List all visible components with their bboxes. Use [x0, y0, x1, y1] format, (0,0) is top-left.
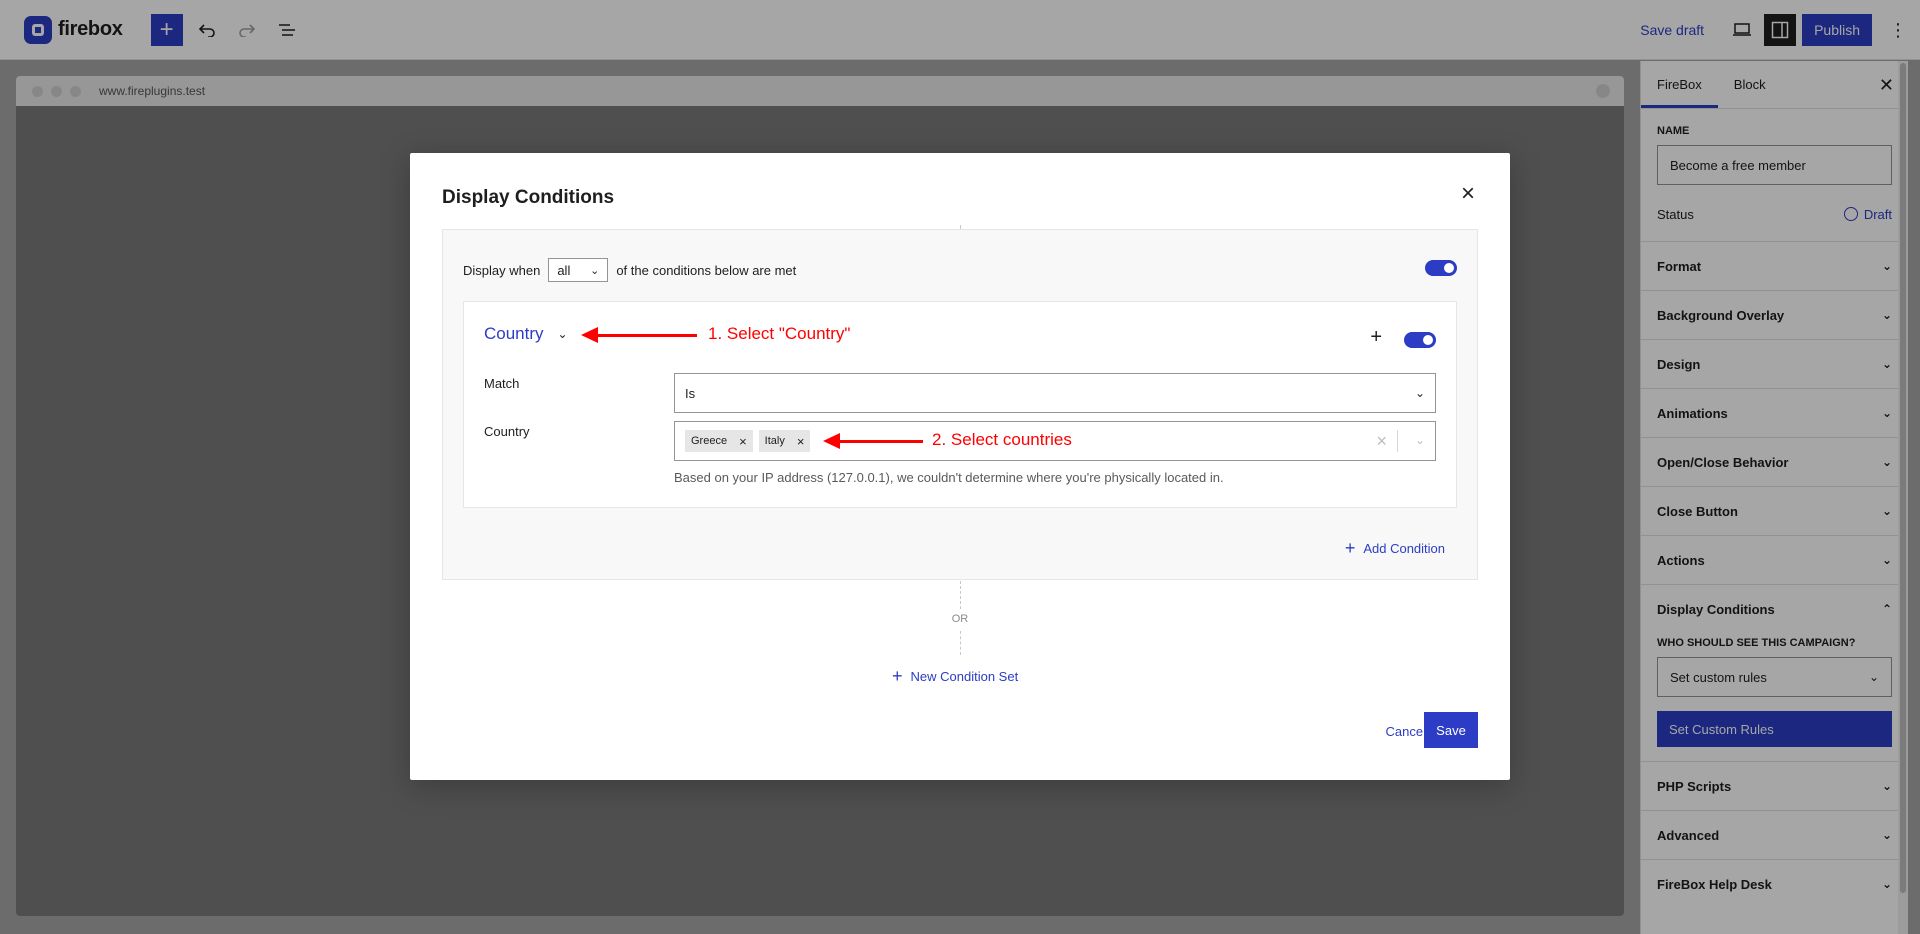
- close-icon[interactable]: ×: [1456, 182, 1480, 207]
- display-when-suffix: of the conditions below are met: [616, 262, 797, 278]
- condition-set: Display when all ⌄ of the conditions belo…: [442, 229, 1478, 580]
- field-separator: [1397, 430, 1398, 452]
- chevron-down-icon[interactable]: ⌄: [1415, 433, 1425, 447]
- connector-line: [960, 581, 961, 609]
- remove-icon[interactable]: ×: [797, 434, 805, 449]
- condition-set-toggle[interactable]: [1425, 260, 1457, 276]
- cancel-button[interactable]: Cancel: [1386, 724, 1426, 739]
- chip-label: Greece: [691, 435, 728, 447]
- annotation-arrow: [581, 327, 697, 343]
- new-condition-set-label: New Condition Set: [910, 669, 1019, 684]
- add-condition-button[interactable]: + Add Condition: [1345, 538, 1445, 559]
- match-mode-select[interactable]: all ⌄: [548, 258, 609, 282]
- condition-toggle[interactable]: [1404, 332, 1436, 348]
- location-help-text: Based on your IP address (127.0.0.1), we…: [674, 470, 1224, 485]
- display-conditions-modal: Display Conditions × Display when all ⌄ o…: [410, 153, 1510, 780]
- match-mode-value: all: [557, 262, 571, 278]
- chevron-down-icon: ⌄: [1414, 386, 1425, 400]
- connector-line: [960, 631, 961, 655]
- condition-type-value: Country: [484, 324, 544, 343]
- display-when-row: Display when all ⌄ of the conditions belo…: [463, 258, 796, 282]
- match-select-value: Is: [685, 385, 696, 401]
- remove-icon[interactable]: ×: [739, 434, 747, 449]
- add-condition-label: Add Condition: [1363, 541, 1445, 556]
- modal-title: Display Conditions: [442, 187, 615, 208]
- country-label: Country: [484, 424, 530, 439]
- plus-icon: +: [1344, 538, 1356, 558]
- plus-icon: +: [892, 666, 903, 686]
- save-button[interactable]: Save: [1424, 712, 1478, 748]
- chip-label: Italy: [764, 435, 785, 447]
- display-when-label: Display when: [463, 262, 541, 278]
- annotation-step-1: 1. Select "Country": [708, 324, 851, 343]
- annotation-step-2: 2. Select countries: [932, 430, 1072, 449]
- match-label: Match: [484, 376, 520, 391]
- country-chip: Italy ×: [758, 430, 811, 452]
- chevron-down-icon: ⌄: [590, 264, 600, 277]
- add-plus-icon[interactable]: +: [1370, 327, 1382, 347]
- or-divider: OR: [951, 613, 969, 625]
- chevron-down-icon: ⌄: [557, 327, 568, 341]
- country-chip: Greece ×: [685, 430, 753, 452]
- clear-icon[interactable]: ×: [1376, 431, 1387, 452]
- condition-card: Country ⌄ + Match Is ⌄ Country Greece × I…: [463, 301, 1457, 508]
- annotation-arrow: [823, 433, 923, 449]
- match-select[interactable]: Is ⌄: [674, 373, 1436, 413]
- new-condition-set-button[interactable]: + New Condition Set: [892, 666, 1018, 687]
- condition-type-select[interactable]: Country ⌄: [484, 324, 568, 344]
